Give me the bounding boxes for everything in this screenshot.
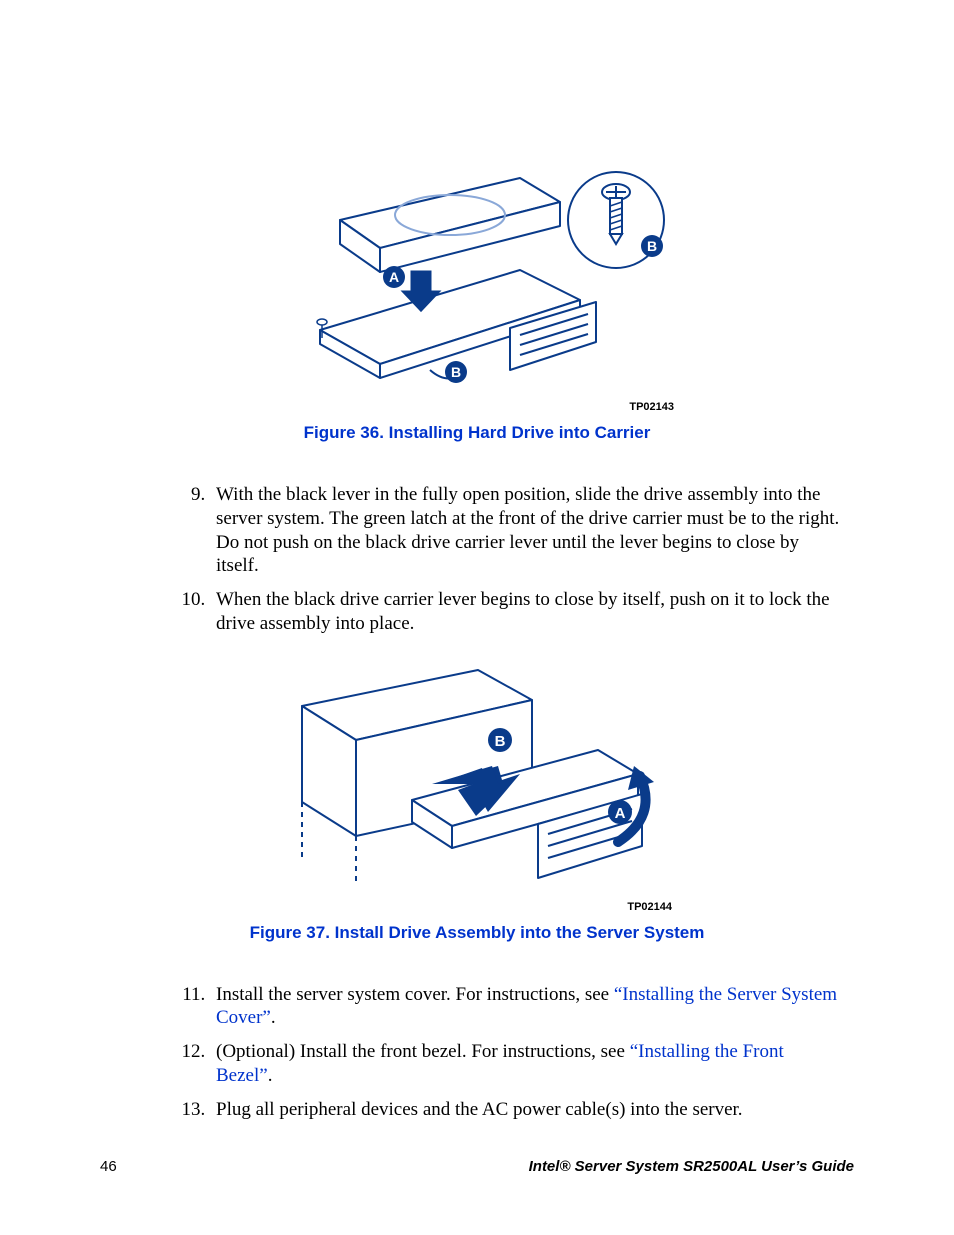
figure-37-illustration: B A bbox=[282, 666, 672, 892]
callout-b-inset-label: B bbox=[647, 238, 657, 254]
page: A B bbox=[0, 0, 954, 1235]
page-number: 46 bbox=[100, 1158, 117, 1175]
instruction-list-upper: With the black lever in the fully open p… bbox=[210, 483, 854, 636]
figure-37-block: B A TP02144 Figure 37. Install Drive Ass… bbox=[100, 656, 854, 943]
step-12: (Optional) Install the front bezel. For … bbox=[210, 1040, 844, 1088]
step-9: With the black lever in the fully open p… bbox=[210, 483, 844, 578]
callout-a-label-2: A bbox=[615, 805, 626, 822]
doc-title: Intel® Server System SR2500AL User’s Gui… bbox=[529, 1158, 854, 1175]
figure-37-caption: Figure 37. Install Drive Assembly into t… bbox=[100, 923, 854, 943]
step-12-post: . bbox=[268, 1065, 273, 1086]
figure-36-caption: Figure 36. Installing Hard Drive into Ca… bbox=[100, 423, 854, 443]
step-12-pre: (Optional) Install the front bezel. For … bbox=[216, 1041, 630, 1062]
figure-36-image-id: TP02143 bbox=[280, 401, 674, 413]
step-13: Plug all peripheral devices and the AC p… bbox=[210, 1098, 844, 1122]
page-footer: 46 Intel® Server System SR2500AL User’s … bbox=[100, 1158, 854, 1175]
step-11: Install the server system cover. For ins… bbox=[210, 983, 844, 1031]
callout-a-label: A bbox=[389, 269, 399, 285]
instruction-list-lower: Install the server system cover. For ins… bbox=[210, 983, 854, 1122]
figure-36-illustration: A B bbox=[280, 160, 674, 392]
figure-37-image-id: TP02144 bbox=[282, 901, 672, 913]
step-11-post: . bbox=[271, 1007, 276, 1028]
callout-b-lower-label: B bbox=[451, 364, 461, 380]
callout-b-label: B bbox=[495, 733, 506, 750]
figure-36-block: A B bbox=[100, 150, 854, 443]
step-11-pre: Install the server system cover. For ins… bbox=[216, 984, 614, 1005]
step-10: When the black drive carrier lever begin… bbox=[210, 588, 844, 636]
